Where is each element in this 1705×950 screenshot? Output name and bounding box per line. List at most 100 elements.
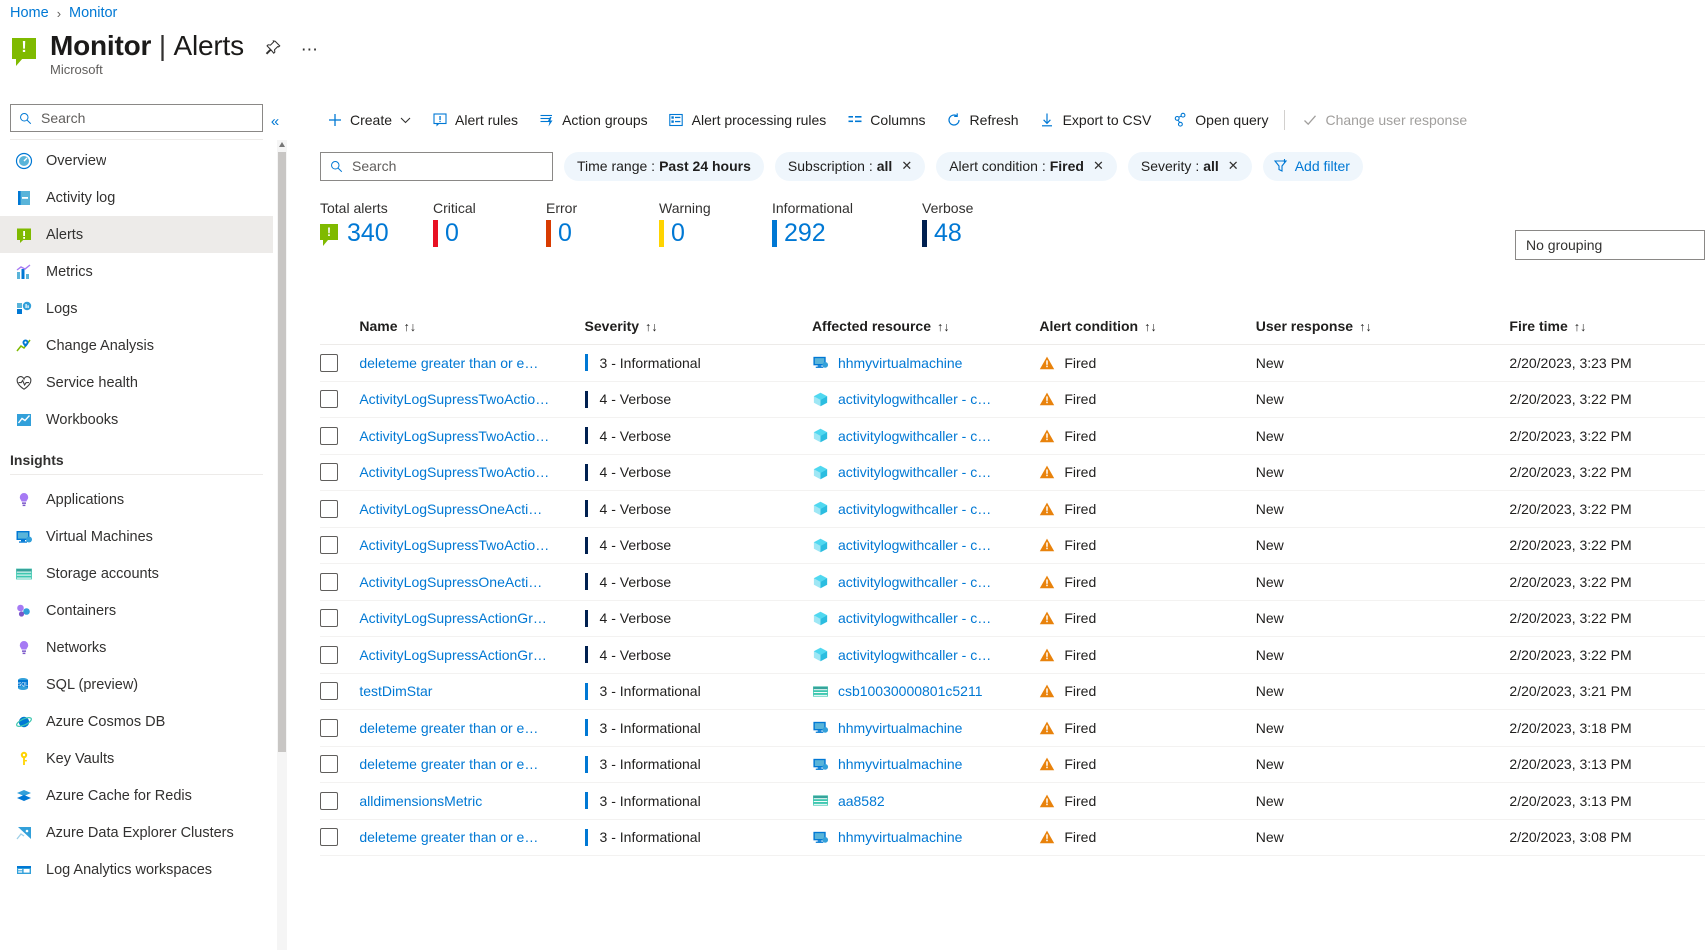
affected-resource-link[interactable]: activitylogwithcaller - c… — [838, 501, 991, 517]
affected-resource-link[interactable]: activitylogwithcaller - c… — [838, 574, 991, 590]
close-icon[interactable]: ✕ — [1093, 158, 1104, 174]
sidebar-item-virtual-machines[interactable]: Virtual Machines — [0, 518, 273, 555]
alert-name-link[interactable]: alldimensionsMetric — [359, 793, 584, 809]
table-row[interactable]: ActivityLogSupressActionGr…4 - Verboseac… — [320, 600, 1705, 637]
affected-resource-link[interactable]: activitylogwithcaller - c… — [838, 391, 991, 407]
alert-name-link[interactable]: ActivityLogSupressOneActi… — [359, 574, 584, 590]
columns-button[interactable]: Columns — [836, 104, 935, 136]
summary-tile-informational[interactable]: Informational 292 — [772, 200, 922, 247]
row-select-cell[interactable] — [320, 345, 359, 382]
action-groups-button[interactable]: Action groups — [528, 104, 658, 136]
alert-name-link[interactable]: ActivityLogSupressTwoActio… — [359, 464, 584, 480]
row-checkbox[interactable] — [320, 609, 338, 627]
affected-resource-link[interactable]: hhmyvirtualmachine — [838, 720, 963, 736]
table-row[interactable]: deleteme greater than or e…3 - Informati… — [320, 819, 1705, 856]
more-options-icon[interactable]: ⋯ — [301, 40, 318, 60]
column-header-user-response[interactable]: User response↑↓ — [1256, 312, 1510, 345]
sidebar-item-sql-preview[interactable]: SQL SQL (preview) — [0, 666, 273, 703]
row-select-cell[interactable] — [320, 454, 359, 491]
affected-resource-link[interactable]: activitylogwithcaller - c… — [838, 537, 991, 553]
alert-name-link[interactable]: ActivityLogSupressTwoActio… — [359, 391, 584, 407]
search-input[interactable] — [39, 109, 254, 127]
affected-resource-link[interactable]: activitylogwithcaller - c… — [838, 464, 991, 480]
sort-icon[interactable]: ↑↓ — [645, 320, 658, 334]
sidebar-scrollbar[interactable] — [277, 140, 287, 950]
row-select-cell[interactable] — [320, 381, 359, 418]
create-button[interactable]: Create — [316, 104, 421, 136]
summary-tile-critical[interactable]: Critical 0 — [433, 200, 546, 247]
affected-resource-link[interactable]: hhmyvirtualmachine — [838, 355, 963, 371]
alert-name-link[interactable]: ActivityLogSupressOneActi… — [359, 501, 584, 517]
scrollbar-thumb[interactable] — [278, 152, 286, 752]
table-row[interactable]: ActivityLogSupressTwoActio…4 - Verboseac… — [320, 381, 1705, 418]
table-row[interactable]: ActivityLogSupressActionGr…4 - Verboseac… — [320, 637, 1705, 674]
table-row[interactable]: ActivityLogSupressTwoActio…4 - Verboseac… — [320, 418, 1705, 455]
summary-tile-total-alerts[interactable]: Total alerts ! 340 — [320, 200, 433, 247]
sort-icon[interactable]: ↑↓ — [1359, 320, 1372, 334]
row-select-cell[interactable] — [320, 564, 359, 601]
alert-name-link[interactable]: ActivityLogSupressActionGr… — [359, 647, 584, 663]
affected-resource-link[interactable]: hhmyvirtualmachine — [838, 756, 963, 772]
refresh-button[interactable]: Refresh — [936, 104, 1029, 136]
row-select-cell[interactable] — [320, 783, 359, 820]
sidebar-item-azure-cache-for-redis[interactable]: Azure Cache for Redis — [0, 777, 273, 814]
row-checkbox[interactable] — [320, 500, 338, 518]
add-filter-button[interactable]: Add filter — [1263, 152, 1363, 181]
alert-name-link[interactable]: deleteme greater than or e… — [359, 756, 584, 772]
filter-pill-subscription[interactable]: Subscription : all ✕ — [775, 152, 925, 181]
sort-icon[interactable]: ↑↓ — [1574, 320, 1587, 334]
sidebar-item-azure-data-explorer-clusters[interactable]: Azure Data Explorer Clusters — [0, 814, 273, 851]
sidebar-item-logs[interactable]: Logs — [0, 290, 273, 327]
summary-tile-warning[interactable]: Warning 0 — [659, 200, 772, 247]
sidebar-item-log-analytics-workspaces[interactable]: Log Analytics workspaces — [0, 851, 273, 888]
filter-pill-alert-condition[interactable]: Alert condition : Fired ✕ — [936, 152, 1117, 181]
column-header-affected-resource[interactable]: Affected resource↑↓ — [812, 312, 1039, 345]
alert-name-link[interactable]: deleteme greater than or e… — [359, 720, 584, 736]
table-row[interactable]: ActivityLogSupressTwoActio…4 - Verboseac… — [320, 527, 1705, 564]
row-checkbox[interactable] — [320, 646, 338, 664]
affected-resource-link[interactable]: activitylogwithcaller - c… — [838, 428, 991, 444]
affected-resource-link[interactable]: aa8582 — [838, 793, 885, 809]
row-checkbox[interactable] — [320, 463, 338, 481]
row-checkbox[interactable] — [320, 390, 338, 408]
sidebar-item-applications[interactable]: Applications — [0, 481, 273, 518]
row-select-cell[interactable] — [320, 673, 359, 710]
summary-tile-verbose[interactable]: Verbose 48 — [922, 200, 1035, 247]
row-select-cell[interactable] — [320, 710, 359, 747]
sidebar-item-networks[interactable]: Networks — [0, 629, 273, 666]
sidebar-item-activity-log[interactable]: Activity log — [0, 179, 273, 216]
table-row[interactable]: ActivityLogSupressOneActi…4 - Verboseact… — [320, 564, 1705, 601]
row-select-cell[interactable] — [320, 746, 359, 783]
close-icon[interactable]: ✕ — [1228, 158, 1239, 174]
sort-icon[interactable]: ↑↓ — [403, 320, 416, 334]
sidebar-item-overview[interactable]: Overview — [0, 142, 273, 179]
sidebar-item-service-health[interactable]: Service health — [0, 364, 273, 401]
alert-processing-rules-button[interactable]: Alert processing rules — [658, 104, 837, 136]
row-checkbox[interactable] — [320, 682, 338, 700]
row-checkbox[interactable] — [320, 427, 338, 445]
row-select-cell[interactable] — [320, 819, 359, 856]
alerts-search[interactable] — [320, 152, 553, 181]
affected-resource-link[interactable]: csb10030000801c5211 — [838, 683, 983, 699]
filter-pill-severity[interactable]: Severity : all ✕ — [1128, 152, 1252, 181]
row-checkbox[interactable] — [320, 755, 338, 773]
row-checkbox[interactable] — [320, 828, 338, 846]
alert-name-link[interactable]: testDimStar — [359, 683, 584, 699]
table-row[interactable]: testDimStar3 - Informationalcsb100300008… — [320, 673, 1705, 710]
sidebar-item-azure-cosmos-db[interactable]: Azure Cosmos DB — [0, 703, 273, 740]
sidebar-item-metrics[interactable]: Metrics — [0, 253, 273, 290]
affected-resource-link[interactable]: hhmyvirtualmachine — [838, 829, 963, 845]
table-row[interactable]: deleteme greater than or e…3 - Informati… — [320, 746, 1705, 783]
row-checkbox[interactable] — [320, 536, 338, 554]
sidebar-item-storage-accounts[interactable]: Storage accounts — [0, 555, 273, 592]
affected-resource-link[interactable]: activitylogwithcaller - c… — [838, 647, 991, 663]
grouping-dropdown[interactable]: No grouping — [1515, 230, 1705, 260]
filter-pill-time-range[interactable]: Time range : Past 24 hours — [564, 152, 764, 181]
alerts-search-input[interactable] — [350, 157, 543, 175]
table-row[interactable]: deleteme greater than or e…3 - Informati… — [320, 345, 1705, 382]
open-query-button[interactable]: Open query — [1161, 104, 1278, 136]
breadcrumb-home[interactable]: Home — [10, 5, 49, 21]
alert-name-link[interactable]: ActivityLogSupressTwoActio… — [359, 537, 584, 553]
change-user-response-button[interactable]: Change user response — [1291, 104, 1477, 136]
sort-icon[interactable]: ↑↓ — [1144, 320, 1157, 334]
